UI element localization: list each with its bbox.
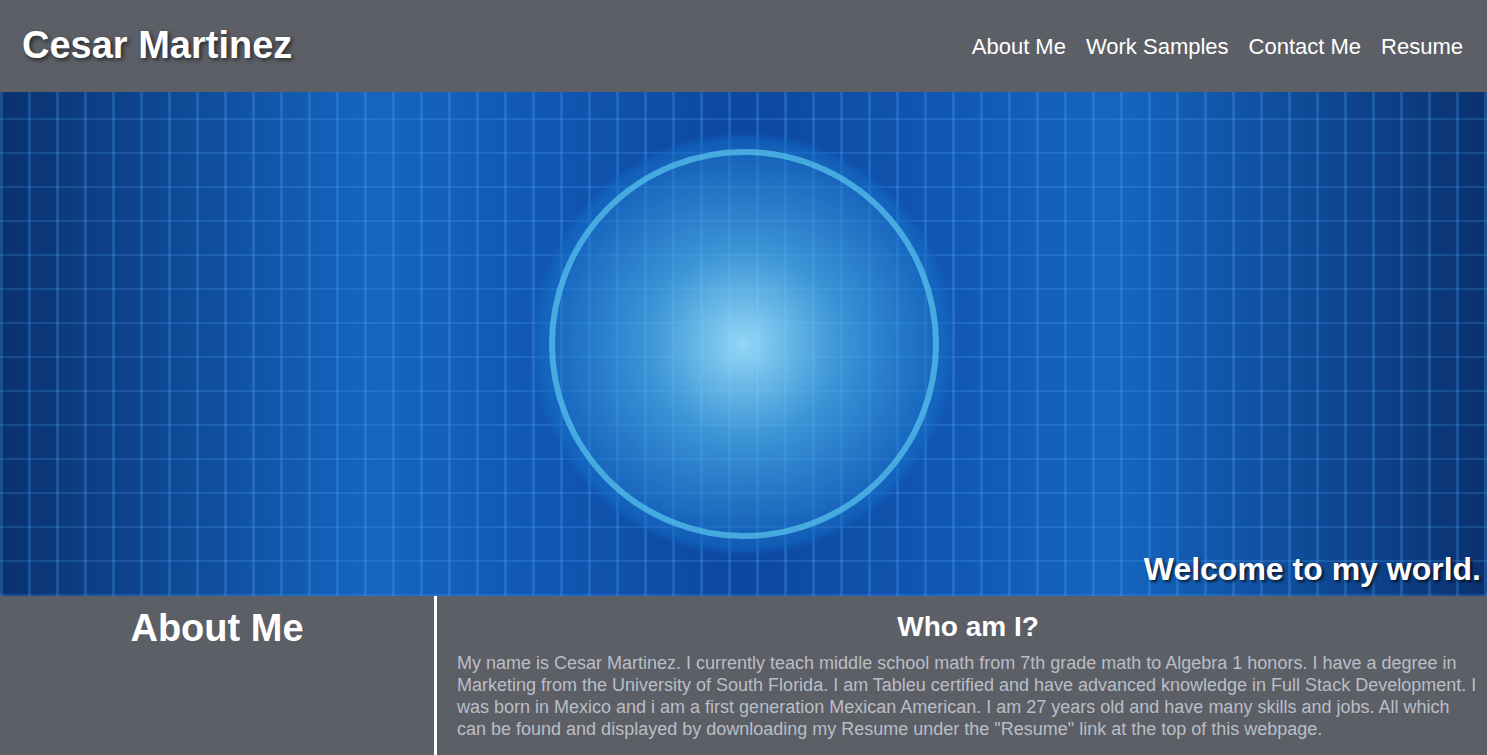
hero-ring: [549, 149, 939, 539]
hero-image: Welcome to my world.: [0, 92, 1487, 596]
site-title: Cesar Martinez: [22, 23, 292, 69]
main-nav: About Me Work Samples Contact Me Resume: [972, 30, 1465, 63]
about-content: Who am I? My name is Cesar Martinez. I cu…: [437, 596, 1487, 755]
site-header: Cesar Martinez About Me Work Samples Contac…: [0, 0, 1487, 92]
nav-link[interactable]: About Me: [972, 30, 1066, 63]
hero-caption: Welcome to my world.: [1144, 550, 1481, 588]
about-sidebar: About Me: [0, 596, 437, 755]
nav-link[interactable]: Work Samples: [1086, 30, 1229, 63]
about-subheading: Who am I?: [457, 610, 1479, 644]
nav-link[interactable]: Resume: [1381, 30, 1463, 63]
about-section: About Me Who am I? My name is Cesar Martin…: [0, 596, 1487, 755]
about-text: My name is Cesar Martinez. I currently t…: [457, 652, 1479, 740]
about-heading: About Me: [0, 606, 434, 652]
nav-link[interactable]: Contact Me: [1249, 30, 1362, 63]
